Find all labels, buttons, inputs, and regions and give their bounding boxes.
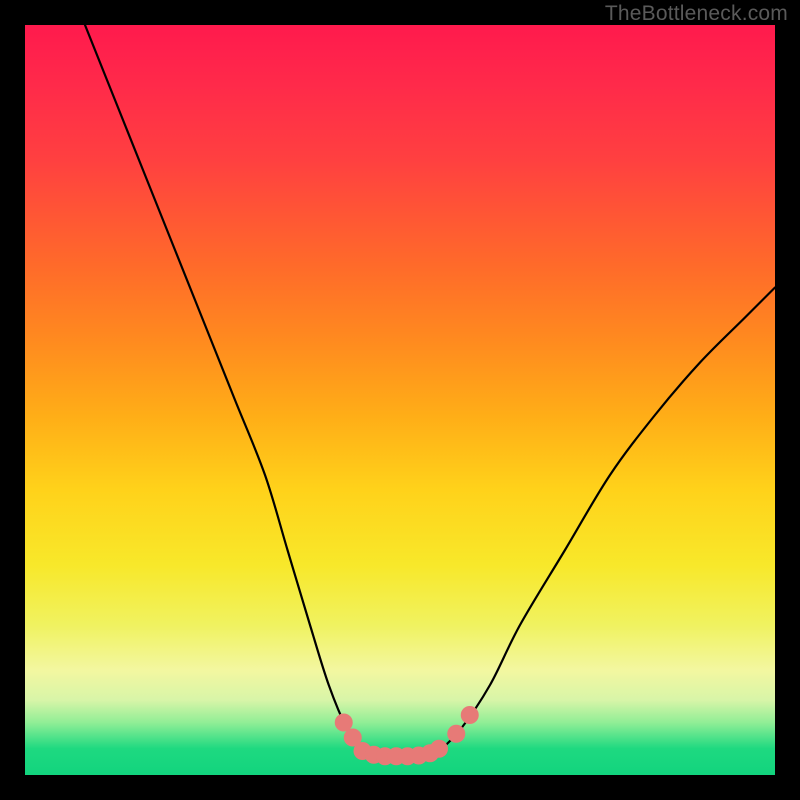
watermark-text: TheBottleneck.com bbox=[605, 2, 788, 26]
series-right-curve bbox=[438, 288, 776, 753]
outer-frame: TheBottleneck.com bbox=[0, 0, 800, 800]
chart-svg bbox=[25, 25, 775, 775]
marker-point bbox=[430, 740, 448, 758]
series-left-curve bbox=[85, 25, 363, 753]
marker-point bbox=[447, 725, 465, 743]
plot-area bbox=[25, 25, 775, 775]
marker-point bbox=[461, 706, 479, 724]
marker-group bbox=[335, 706, 479, 765]
marker-point bbox=[335, 714, 353, 732]
